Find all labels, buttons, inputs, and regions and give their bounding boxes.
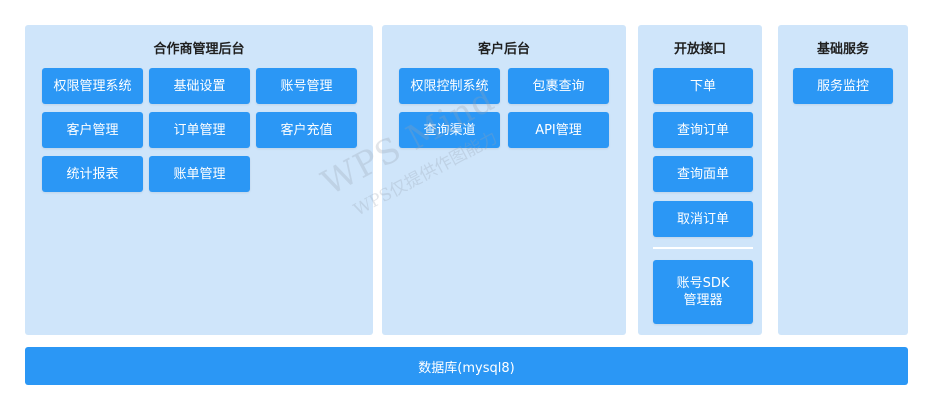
open-api-panel: 开放接口 下单 查询订单 查询面单 取消订单 账号SDK 管理器: [638, 25, 762, 335]
database-label: 数据库(mysql8): [418, 360, 515, 376]
sdk-label-line1: 账号SDK: [676, 276, 730, 291]
query-channel-button[interactable]: 查询渠道: [399, 112, 500, 148]
cancel-order-button[interactable]: 取消订单: [653, 201, 753, 237]
query-order-button[interactable]: 查询订单: [653, 112, 753, 148]
base-service-panel: 基础服务 服务监控: [778, 25, 908, 335]
customer-recharge-button[interactable]: 客户充值: [256, 112, 357, 148]
database-bar[interactable]: 数据库(mysql8): [25, 347, 908, 385]
bill-management-button[interactable]: 账单管理: [149, 156, 250, 192]
account-management-button[interactable]: 账号管理: [256, 68, 357, 104]
customer-management-button[interactable]: 客户管理: [42, 112, 143, 148]
service-monitor-button[interactable]: 服务监控: [793, 68, 893, 104]
basic-settings-button[interactable]: 基础设置: [149, 68, 250, 104]
query-waybill-button[interactable]: 查询面单: [653, 156, 753, 192]
package-query-button[interactable]: 包裹查询: [508, 68, 609, 104]
sdk-label-line2: 管理器: [683, 293, 723, 308]
partner-admin-title: 合作商管理后台: [153, 42, 245, 57]
open-api-title: 开放接口: [673, 42, 726, 57]
permission-management-button[interactable]: 权限管理系统: [42, 68, 143, 104]
order-management-button[interactable]: 订单管理: [149, 112, 250, 148]
place-order-button[interactable]: 下单: [653, 68, 753, 104]
customer-admin-panel: 客户后台 权限控制系统 包裹查询 查询渠道 API管理: [382, 25, 626, 335]
statistics-report-button[interactable]: 统计报表: [42, 156, 143, 192]
customer-admin-title: 客户后台: [477, 42, 530, 57]
api-management-button[interactable]: API管理: [508, 112, 609, 148]
permission-control-button[interactable]: 权限控制系统: [399, 68, 500, 104]
base-service-title: 基础服务: [816, 42, 869, 57]
partner-admin-panel: 合作商管理后台 权限管理系统 基础设置 账号管理 客户管理 订单管理 客户充值 …: [25, 25, 373, 335]
open-api-divider: [653, 247, 753, 249]
account-sdk-manager-button[interactable]: 账号SDK 管理器: [653, 260, 753, 324]
